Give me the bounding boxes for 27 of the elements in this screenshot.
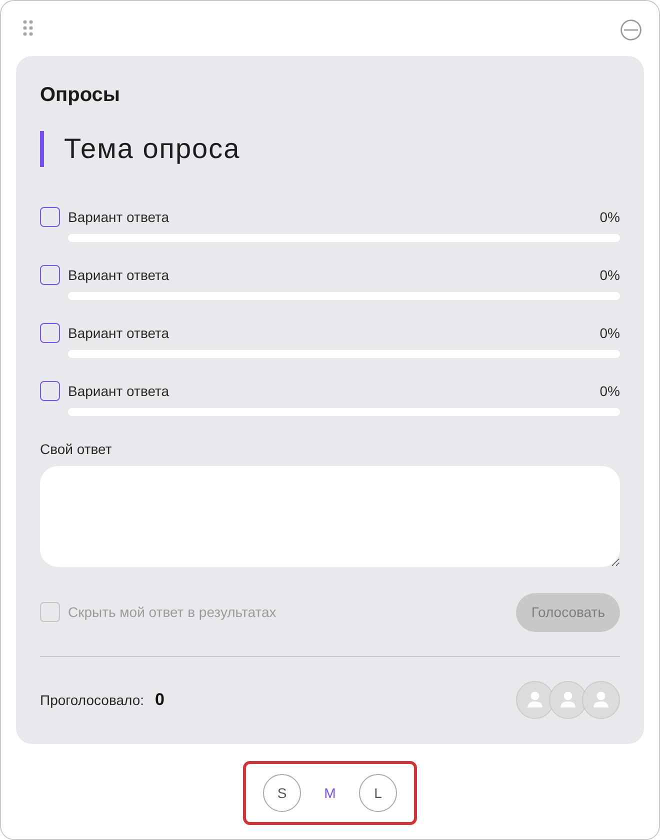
size-option[interactable]: S [263,774,301,812]
option-label: Вариант ответа [68,382,170,401]
option-percent: 0% [600,208,620,227]
size-option[interactable]: L [359,774,397,812]
drag-handle-icon[interactable] [23,20,33,36]
accent-bar [40,131,44,167]
hide-answer-label: Скрыть мой ответ в результатах [68,603,276,622]
option-checkbox[interactable] [40,323,60,343]
option-percent: 0% [600,324,620,343]
avatar-icon [516,681,554,719]
option-checkbox[interactable] [40,207,60,227]
option-label: Вариант ответа [68,266,170,285]
avatar-icon [549,681,587,719]
avatar-icon [582,681,620,719]
answer-label: Свой ответ [40,440,112,459]
option-percent: 0% [600,266,620,285]
voters-count: 0 [155,690,165,710]
option-checkbox[interactable] [40,381,60,401]
option-percent: 0% [600,382,620,401]
option-checkbox[interactable] [40,265,60,285]
poll-topic: Тема опроса [64,132,240,166]
answer-field[interactable] [40,466,620,567]
voters-label: Проголосовало: [40,691,144,710]
minus-circle-icon[interactable] [620,19,642,41]
section-title: Опросы [40,83,120,108]
option-label: Вариант ответа [68,208,170,227]
option-label: Вариант ответа [68,324,170,343]
